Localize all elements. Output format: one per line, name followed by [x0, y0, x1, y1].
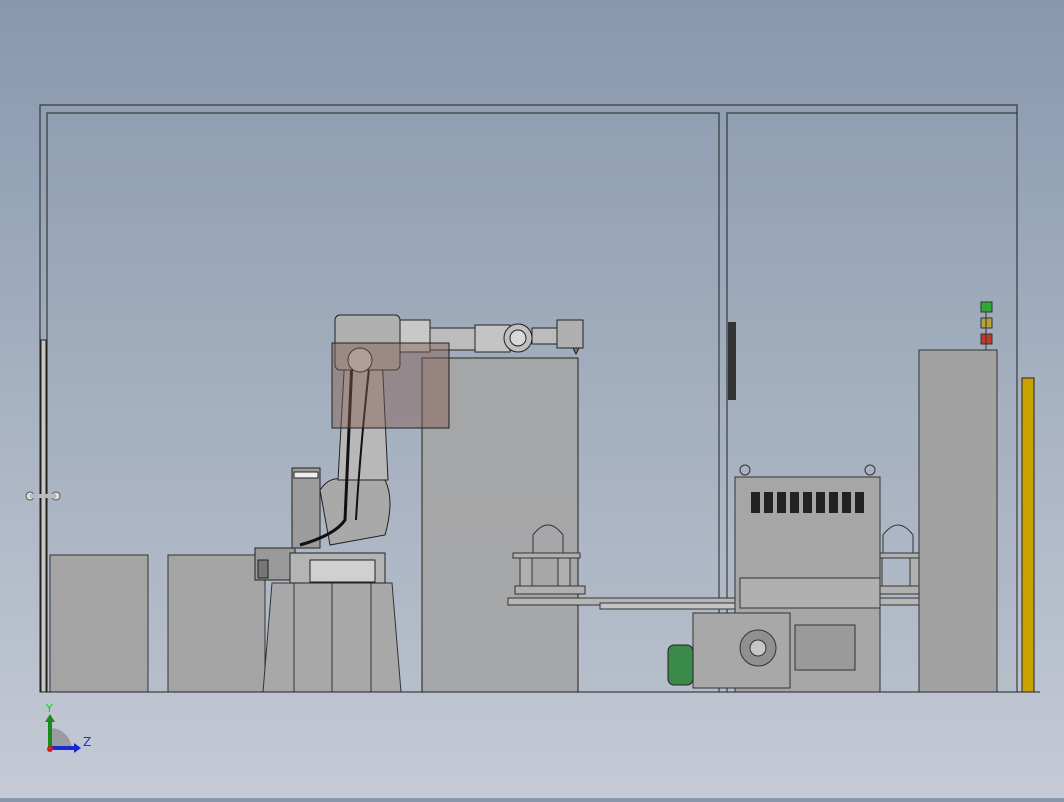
vent-slot — [751, 492, 760, 513]
cabinet-vents — [751, 492, 864, 513]
z-axis-label: Z — [83, 735, 91, 749]
servo-motor-green — [667, 644, 694, 686]
storage-box-2 — [167, 554, 266, 693]
vent-slot — [829, 492, 838, 513]
axis-triad[interactable]: Y Z — [45, 702, 91, 753]
vent-slot — [777, 492, 786, 513]
vent-slot — [764, 492, 773, 513]
door-panel — [40, 339, 47, 693]
vent-slot — [842, 492, 851, 513]
vent-slot — [816, 492, 825, 513]
y-axis-label: Y — [45, 702, 53, 715]
electrical-cabinet — [918, 349, 998, 693]
robot-work-envelope — [331, 342, 450, 429]
wall-panel-dark — [728, 322, 736, 400]
robot-pedestal — [262, 582, 402, 693]
stack-light — [980, 301, 993, 350]
safety-light-curtain — [1021, 377, 1035, 693]
cad-model-view: Y Z — [25, 104, 1040, 753]
vent-slot — [855, 492, 864, 513]
vent-slot — [803, 492, 812, 513]
cad-viewport[interactable]: Y Z — [0, 0, 1064, 798]
vent-slot — [790, 492, 799, 513]
storage-box-1 — [49, 554, 149, 693]
